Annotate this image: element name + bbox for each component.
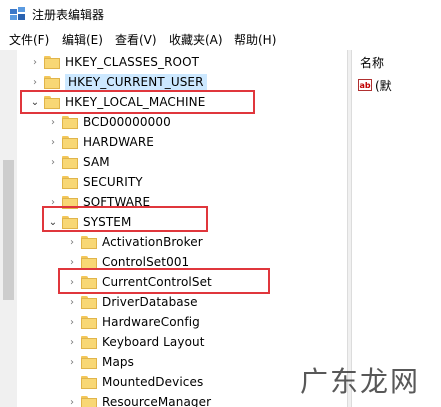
expand-arrow-icon[interactable]: › [65,257,79,268]
watermark-text: 广东龙网 [300,365,421,398]
tree-item-keyboardlayout[interactable]: › Keyboard Layout [65,332,205,352]
string-value-icon: ab [358,79,372,91]
folder-icon [62,115,78,129]
expand-arrow-icon[interactable]: › [65,397,79,407]
registry-editor-icon [10,7,25,20]
expand-arrow-icon[interactable]: › [46,197,60,208]
tree-item-hkcr[interactable]: › HKEY_CLASSES_ROOT [28,52,199,72]
tree-item-hardwareconfig[interactable]: › HardwareConfig [65,312,200,332]
folder-icon [81,295,97,309]
folder-icon [81,235,97,249]
folder-icon [81,375,97,389]
column-header-name[interactable]: 名称 [360,54,384,71]
menu-edit[interactable]: 编辑(E) [62,31,103,48]
tree-item-resourcemanager[interactable]: › ResourceManager [65,392,211,407]
folder-icon [62,135,78,149]
tree-item-label: SECURITY [83,175,143,189]
expand-arrow-icon[interactable]: › [65,317,79,328]
tree-item-mounteddevices[interactable]: MountedDevices [65,372,203,392]
menu-bar: 文件(F) 编辑(E) 查看(V) 收藏夹(A) 帮助(H) [0,28,441,50]
tree-item-label: ActivationBroker [102,235,203,249]
tree-item-software[interactable]: › SOFTWARE [46,192,150,212]
tree-item-label: SYSTEM [83,215,132,229]
tree-item-hardware[interactable]: › HARDWARE [46,132,154,152]
tree-item-bcd[interactable]: › BCD00000000 [46,112,171,132]
folder-icon [81,275,97,289]
tree-item-label: SAM [83,155,110,169]
window-title: 注册表编辑器 [32,8,105,22]
tree-item-hkcu[interactable]: › HKEY_CURRENT_USER [28,72,207,92]
expand-arrow-icon[interactable]: › [46,137,60,148]
expand-arrow-icon[interactable]: › [46,157,60,168]
value-row-default[interactable]: ab (默 [358,76,392,94]
folder-icon [62,195,78,209]
folder-icon [44,95,60,109]
folder-icon [62,215,78,229]
tree-item-label: HKEY_CLASSES_ROOT [65,55,200,69]
collapse-arrow-icon[interactable]: ⌄ [28,97,42,108]
expand-arrow-icon[interactable]: › [65,277,79,288]
expand-arrow-icon[interactable]: › [65,237,79,248]
folder-icon [44,75,60,89]
folder-icon [81,315,97,329]
menu-file[interactable]: 文件(F) [9,31,49,48]
folder-icon [81,335,97,349]
registry-tree[interactable]: › HKEY_CLASSES_ROOT › HKEY_CURRENT_USER … [0,50,347,407]
tree-item-label: ResourceManager [102,395,212,407]
expand-arrow-icon[interactable]: › [28,77,42,88]
tree-item-label: Keyboard Layout [102,335,205,349]
tree-scrollbar[interactable] [0,50,17,407]
tree-item-sam[interactable]: › SAM [46,152,110,172]
menu-help[interactable]: 帮助(H) [234,31,276,48]
tree-item-label: HardwareConfig [102,315,200,329]
tree-item-hklm[interactable]: ⌄ HKEY_LOCAL_MACHINE [28,92,206,112]
tree-item-label: DriverDatabase [102,295,198,309]
expand-arrow-icon[interactable]: › [28,57,42,68]
folder-icon [81,395,97,407]
tree-item-label: HARDWARE [83,135,154,149]
title-bar: 注册表编辑器 [0,0,441,28]
tree-item-label: ControlSet001 [102,255,190,269]
folder-icon [44,55,60,69]
tree-item-controlset001[interactable]: › ControlSet001 [65,252,189,272]
folder-icon [62,155,78,169]
expand-arrow-icon[interactable]: › [65,297,79,308]
tree-item-label: MountedDevices [102,375,204,389]
tree-item-label: SOFTWARE [83,195,151,209]
tree-item-maps[interactable]: › Maps [65,352,134,372]
tree-item-security[interactable]: SECURITY [46,172,143,192]
tree-item-activationbroker[interactable]: › ActivationBroker [65,232,203,252]
tree-item-label: HKEY_LOCAL_MACHINE [65,95,206,109]
folder-icon [81,255,97,269]
values-pane[interactable]: 名称 ab (默 [352,50,441,407]
scrollbar-thumb[interactable] [3,160,14,300]
folder-icon [62,175,78,189]
tree-item-label: HKEY_CURRENT_USER [65,74,207,90]
value-name: (默 [375,78,392,93]
tree-item-driverdatabase[interactable]: › DriverDatabase [65,292,198,312]
tree-item-label: CurrentControlSet [102,275,212,289]
tree-item-label: BCD00000000 [83,115,171,129]
collapse-arrow-icon[interactable]: ⌄ [46,217,60,228]
folder-icon [81,355,97,369]
menu-favorites[interactable]: 收藏夹(A) [169,31,223,48]
expand-arrow-icon[interactable]: › [46,117,60,128]
tree-item-currentcontrolset[interactable]: › CurrentControlSet [65,272,212,292]
expand-arrow-icon[interactable]: › [65,357,79,368]
expand-arrow-icon[interactable]: › [65,337,79,348]
tree-item-label: Maps [102,355,134,369]
tree-item-system[interactable]: ⌄ SYSTEM [46,212,132,232]
menu-view[interactable]: 查看(V) [115,31,157,48]
